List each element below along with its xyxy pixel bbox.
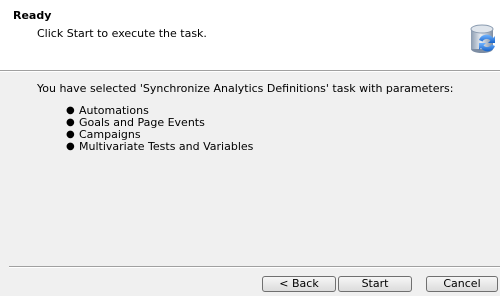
wizard-content: You have selected 'Synchronize Analytics… — [0, 72, 500, 262]
bullet-icon: ● — [66, 117, 75, 128]
bullet-icon: ● — [66, 129, 75, 140]
list-item-label: Multivariate Tests and Variables — [79, 140, 254, 153]
wizard-header: Ready Click Start to execute the task. — [0, 0, 500, 70]
back-button[interactable]: < Back — [262, 276, 336, 292]
footer-divider — [9, 266, 500, 268]
intro-text: You have selected 'Synchronize Analytics… — [37, 82, 454, 95]
page-subtitle: Click Start to execute the task. — [37, 27, 207, 40]
parameter-list: ● Automations ● Goals and Page Events ● Cam… — [66, 105, 253, 153]
start-button[interactable]: Start — [338, 276, 412, 292]
bullet-icon: ● — [66, 141, 75, 152]
bullet-icon: ● — [66, 105, 75, 116]
list-item: ● Multivariate Tests and Variables — [66, 141, 253, 153]
page-title: Ready — [13, 9, 52, 22]
cancel-button[interactable]: Cancel — [426, 276, 498, 292]
database-sync-icon — [469, 24, 497, 54]
